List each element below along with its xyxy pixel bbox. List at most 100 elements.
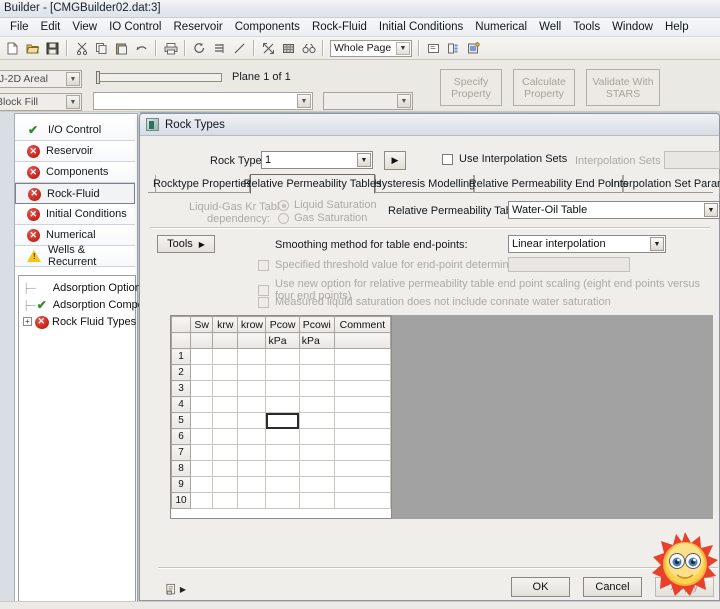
sidebar-item-rock-fluid[interactable]: Rock-Fluid: [15, 183, 135, 204]
grid-row-header[interactable]: 6: [170, 428, 192, 445]
calculate-property-button[interactable]: Calculate Property: [513, 69, 575, 106]
grid-row-header[interactable]: 7: [170, 444, 192, 461]
use-interpolation-sets-checkbox[interactable]: Use Interpolation Sets: [442, 153, 567, 165]
tab-hysteresis-modelling[interactable]: Hysteresis Modelling: [374, 175, 475, 193]
grid-cell[interactable]: [212, 412, 239, 429]
grid-column-header[interactable]: krw: [212, 316, 239, 333]
sidebar-item-reservoir[interactable]: Reservoir: [15, 141, 135, 162]
table-row[interactable]: 10: [170, 492, 392, 509]
table-row[interactable]: 5: [170, 412, 392, 429]
grid-cell[interactable]: [212, 428, 239, 445]
grid-cell[interactable]: [333, 364, 392, 381]
chevron-down-icon[interactable]: ▼: [650, 237, 664, 251]
cut-icon[interactable]: [72, 39, 91, 58]
grid-row-header[interactable]: 4: [170, 396, 192, 413]
print-dropdown-arrow-icon[interactable]: ▶: [180, 585, 186, 594]
grid-cell[interactable]: [333, 460, 392, 477]
table-row[interactable]: 9: [170, 476, 392, 493]
grid-cell[interactable]: [190, 412, 214, 429]
save-icon[interactable]: [43, 39, 62, 58]
property-combo[interactable]: ▼: [93, 92, 313, 110]
grid-cell[interactable]: [190, 460, 214, 477]
grid-cell[interactable]: [212, 396, 239, 413]
zoom-level-combo[interactable]: Whole Page ▼: [330, 39, 412, 57]
relative-permeability-grid[interactable]: Sw krw krow Pcow Pcowi Comment kPa kPa 1 2 3 4 5 6 7 8 9…: [170, 315, 392, 519]
grid-corner-cell[interactable]: [170, 316, 192, 333]
fit-to-window-icon[interactable]: [259, 39, 278, 58]
grid-cell[interactable]: [298, 460, 335, 477]
grid-cell[interactable]: [190, 380, 214, 397]
print-icon[interactable]: [161, 39, 180, 58]
tree-item-adsorption-components[interactable]: ├─Adsorption Components: [19, 296, 171, 313]
paste-icon[interactable]: [112, 39, 131, 58]
grid-cell[interactable]: [265, 492, 300, 509]
menu-item-reservoir[interactable]: Reservoir: [168, 19, 229, 35]
grid-cell[interactable]: [333, 396, 392, 413]
sidebar-item-numerical[interactable]: Numerical: [15, 225, 135, 246]
grid-cell[interactable]: [333, 412, 392, 429]
grid-cell[interactable]: [265, 364, 300, 381]
line-icon[interactable]: [230, 39, 249, 58]
print-export-icon[interactable]: ▶: [166, 581, 186, 598]
menu-item-initial-conditions[interactable]: Initial Conditions: [373, 19, 469, 35]
menu-item-tools[interactable]: Tools: [567, 19, 606, 35]
ok-button[interactable]: OK: [511, 577, 570, 597]
chevron-down-icon[interactable]: ▼: [704, 203, 718, 217]
grid-row-header[interactable]: 10: [170, 492, 192, 509]
grid-cell[interactable]: [298, 412, 335, 429]
menu-item-window[interactable]: Window: [606, 19, 659, 35]
validate-with-stars-button[interactable]: Validate With STARS: [586, 69, 660, 106]
grid-cell[interactable]: [265, 348, 300, 365]
sidebar-item-wells-recurrent[interactable]: Wells & Recurrent: [15, 244, 135, 268]
refresh-icon[interactable]: [190, 39, 209, 58]
undo-icon[interactable]: [132, 39, 151, 58]
grid-cell[interactable]: [237, 364, 267, 381]
grid-row-header[interactable]: 2: [170, 364, 192, 381]
grid-cell[interactable]: [237, 396, 267, 413]
grid-cell[interactable]: [333, 444, 392, 461]
grid-cell[interactable]: [190, 492, 214, 509]
chevron-down-icon[interactable]: ▼: [396, 41, 410, 55]
export-icon[interactable]: [464, 39, 483, 58]
grid-cell[interactable]: [237, 444, 267, 461]
grid-cell[interactable]: [298, 364, 335, 381]
grid-cell[interactable]: [298, 428, 335, 445]
table-row[interactable]: 7: [170, 444, 392, 461]
grid-cell[interactable]: [212, 492, 239, 509]
copy-icon[interactable]: [92, 39, 111, 58]
menu-item-rock-fluid[interactable]: Rock-Fluid: [306, 19, 373, 35]
grid-cell[interactable]: [212, 444, 239, 461]
grid-cell[interactable]: [212, 476, 239, 493]
chevron-down-icon[interactable]: ▼: [297, 94, 311, 108]
grid-cell[interactable]: [265, 476, 300, 493]
grid-cell[interactable]: [237, 492, 267, 509]
grid-cell[interactable]: [237, 412, 267, 429]
grid-cell[interactable]: [212, 364, 239, 381]
layers-icon[interactable]: [210, 39, 229, 58]
smoothing-method-combo[interactable]: Linear interpolation ▼: [508, 235, 666, 253]
expand-plus-icon[interactable]: +: [23, 317, 32, 326]
grid-column-header[interactable]: Comment: [333, 316, 392, 333]
table-row[interactable]: 4: [170, 396, 392, 413]
grid-cell[interactable]: [212, 348, 239, 365]
new-file-icon[interactable]: [3, 39, 22, 58]
sidebar-item-components[interactable]: Components: [15, 162, 135, 183]
menu-item-edit[interactable]: Edit: [35, 19, 67, 35]
grid-cell[interactable]: [212, 380, 239, 397]
grid-cell-selected[interactable]: [265, 412, 300, 429]
grid-cell[interactable]: [298, 380, 335, 397]
tab-rocktype-properties[interactable]: Rocktype Properties: [153, 175, 252, 193]
grid-row-header[interactable]: 1: [170, 348, 192, 365]
grid-icon[interactable]: [279, 39, 298, 58]
next-rock-type-button[interactable]: ▶: [384, 151, 406, 170]
tree-item-rock-fluid-types[interactable]: + Rock Fluid Types: [19, 313, 136, 330]
secondary-combo[interactable]: ▼: [323, 92, 413, 110]
grid-cell[interactable]: [333, 492, 392, 509]
cancel-button[interactable]: Cancel: [583, 577, 642, 597]
menu-item-numerical[interactable]: Numerical: [469, 19, 533, 35]
menu-item-help[interactable]: Help: [659, 19, 695, 35]
grid-cell[interactable]: [333, 476, 392, 493]
grid-row-header[interactable]: 5: [170, 412, 192, 429]
specify-property-button[interactable]: Specify Property: [440, 69, 502, 106]
grid-cell[interactable]: [237, 380, 267, 397]
